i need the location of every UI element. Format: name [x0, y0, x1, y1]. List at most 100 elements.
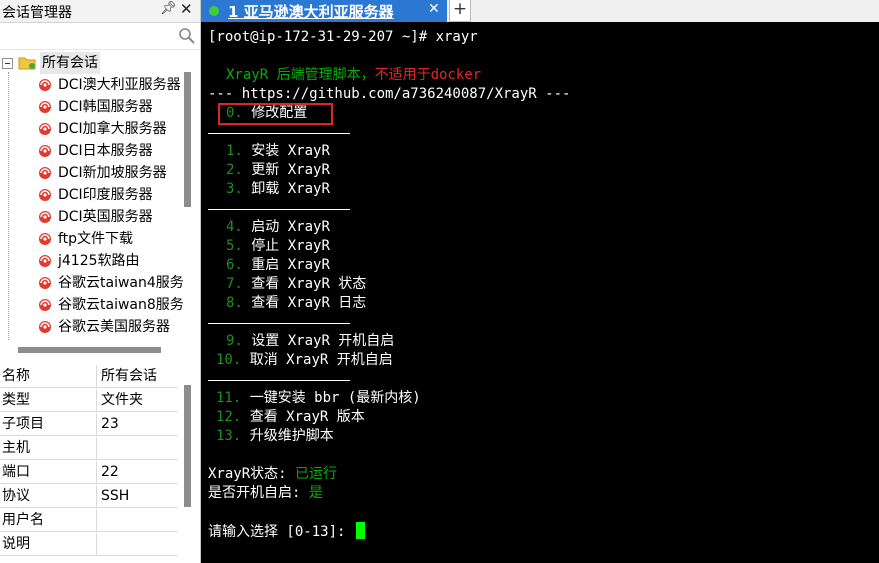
menu-option-text: 设置 XrayR 开机自启 — [251, 333, 395, 349]
property-value — [97, 509, 178, 532]
autostart-label: 是否开机自启: — [208, 485, 309, 501]
menu-option-number: 8. — [226, 295, 243, 311]
session-label: DCI英国服务器 — [58, 209, 153, 225]
ssh-session-icon — [39, 321, 51, 333]
menu-option-text: 安装 XrayR — [251, 143, 330, 159]
add-tab-button[interactable]: + — [449, 0, 471, 22]
property-value — [97, 437, 178, 460]
menu-option: 11. 一键安装 bbr (最新内核) — [216, 389, 421, 408]
property-row: 用户名 — [0, 509, 178, 533]
menu-option-text: 一键安装 bbr (最新内核) — [249, 390, 421, 406]
property-key: 用户名 — [0, 509, 97, 532]
session-label: 谷歌云taiwan4服务器 — [58, 275, 184, 291]
docker-warning: 不适用于docker — [374, 67, 482, 83]
property-row: 端口 22 — [0, 461, 178, 485]
menu-option-number: 11. — [216, 390, 242, 406]
menu-option-number: 5. — [226, 238, 243, 254]
property-value: 文件夹 — [97, 389, 178, 412]
search-icon[interactable] — [178, 27, 196, 45]
properties-scrollbar[interactable] — [184, 385, 191, 507]
collapse-icon[interactable] — [2, 58, 13, 69]
menu-option-text: 重启 XrayR — [251, 257, 330, 273]
connected-status-icon — [209, 6, 219, 16]
property-row: 说明 — [0, 533, 178, 557]
tab-label: 1 亚马逊澳大利亚服务器 — [228, 3, 394, 21]
session-label: DCI加拿大服务器 — [58, 121, 167, 137]
menu-option-number: 6. — [226, 257, 243, 273]
ssh-session-icon — [39, 277, 51, 289]
tab-aws-australia[interactable]: 1 亚马逊澳大利亚服务器 ✕ — [201, 0, 447, 22]
menu-option: 1. 安装 XrayR — [226, 142, 330, 161]
tree-horizontal-scrollbar[interactable] — [18, 347, 161, 353]
autostart-value: 是 — [308, 485, 323, 501]
menu-separator — [208, 209, 350, 210]
close-icon[interactable]: ✕ — [180, 0, 193, 18]
terminal[interactable]: [root@ip-172-31-29-207 ~]# xrayr XrayR 后… — [201, 22, 879, 563]
property-value: SSH — [97, 485, 178, 508]
session-label: DCI新加坡服务器 — [58, 165, 167, 181]
menu-option-text: 查看 XrayR 状态 — [251, 276, 367, 292]
property-value — [97, 533, 178, 556]
menu-option-text: 卸载 XrayR — [251, 181, 330, 197]
session-search-input[interactable] — [0, 23, 200, 50]
tree-root-label: 所有会话 — [40, 52, 100, 74]
ssh-session-icon — [39, 145, 51, 157]
highlight-box — [218, 103, 333, 125]
pin-icon[interactable]: 📌︎ — [160, 1, 177, 16]
property-key: 主机 — [0, 437, 97, 460]
menu-option: 13. 升级维护脚本 — [216, 427, 334, 446]
input-line[interactable]: 请输入选择 [0-13]: — [208, 522, 365, 541]
property-key: 名称 — [0, 365, 97, 388]
session-label: 谷歌云taiwan8服务器 — [58, 297, 184, 313]
menu-option: 2. 更新 XrayR — [226, 161, 330, 180]
ssh-session-icon — [39, 167, 51, 179]
property-row: 类型 文件夹 — [0, 389, 178, 413]
menu-option-number: 10. — [216, 352, 242, 368]
tab-close-icon[interactable]: ✕ — [428, 1, 440, 17]
panel-titlebar: 会话管理器 📌︎ ✕ — [0, 0, 200, 23]
tab-bar: 1 亚马逊澳大利亚服务器 ✕ + — [201, 0, 879, 22]
status-line: XrayR状态: 已运行 — [208, 465, 337, 484]
property-row: 协议 SSH — [0, 485, 178, 509]
menu-option-number: 7. — [226, 276, 243, 292]
session-label: ftp文件下载 — [58, 231, 134, 247]
script-header: XrayR 后端管理脚本，不适用于docker — [226, 66, 481, 85]
github-url: --- https://github.com/a736240087/XrayR … — [208, 86, 571, 102]
status-label: XrayR状态: — [208, 466, 296, 482]
property-key: 类型 — [0, 389, 97, 412]
ssh-session-icon — [39, 123, 51, 135]
menu-option: 8. 查看 XrayR 日志 — [226, 294, 366, 313]
menu-option-text: 取消 XrayR 开机自启 — [249, 352, 393, 368]
menu-option-number: 3. — [226, 181, 243, 197]
ssh-session-icon — [39, 101, 51, 113]
menu-option-text: 查看 XrayR 版本 — [249, 409, 365, 425]
session-label: 谷歌云美国服务器 — [58, 319, 170, 335]
menu-option: 6. 重启 XrayR — [226, 256, 330, 275]
menu-option-number: 4. — [226, 219, 243, 235]
session-label: DCI澳大利亚服务器 — [58, 77, 181, 93]
menu-option-number: 13. — [216, 428, 242, 444]
menu-option: 4. 启动 XrayR — [226, 218, 330, 237]
session-label: DCI印度服务器 — [58, 187, 153, 203]
menu-option: 12. 查看 XrayR 版本 — [216, 408, 365, 427]
menu-option-text: 查看 XrayR 日志 — [251, 295, 367, 311]
session-label: DCI韩国服务器 — [58, 99, 153, 115]
menu-option-number: 2. — [226, 162, 243, 178]
property-key: 端口 — [0, 461, 97, 484]
property-key: 协议 — [0, 485, 97, 508]
property-row: 子项目 23 — [0, 413, 178, 437]
ssh-session-icon — [39, 211, 51, 223]
ssh-session-icon — [39, 233, 51, 245]
property-key: 子项目 — [0, 413, 97, 436]
tree-vertical-scrollbar[interactable] — [184, 72, 191, 207]
session-manager-panel: 会话管理器 📌︎ ✕ 所有会话 DCI澳大利亚服务器 DCI韩国服务器 DCI加拿大… — [0, 0, 200, 563]
ssh-session-icon — [39, 299, 51, 311]
terminal-cursor — [355, 522, 365, 539]
property-key: 说明 — [0, 533, 97, 556]
property-value: 22 — [97, 461, 178, 484]
session-label: j4125软路由 — [58, 253, 140, 269]
ssh-session-icon — [39, 79, 51, 91]
menu-option-text: 更新 XrayR — [251, 162, 330, 178]
menu-option-text: 升级维护脚本 — [249, 428, 334, 444]
menu-option: 7. 查看 XrayR 状态 — [226, 275, 366, 294]
